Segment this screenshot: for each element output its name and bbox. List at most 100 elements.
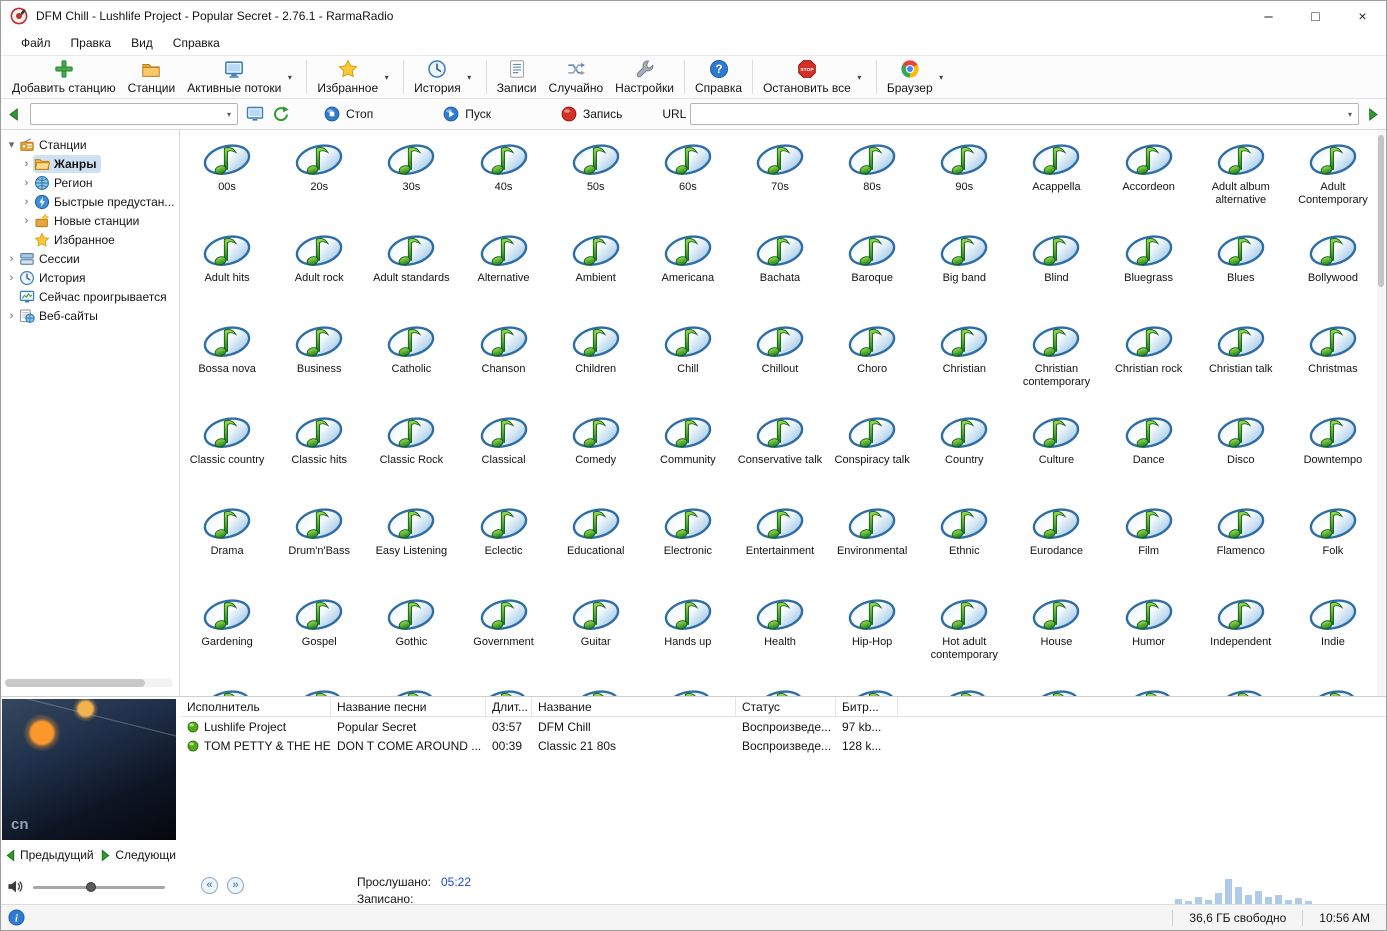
genre-item[interactable]: 20s bbox=[273, 133, 365, 224]
toolbar-button-browser[interactable]: Браузер▾ bbox=[881, 57, 954, 97]
genre-item[interactable]: Adult hits bbox=[181, 224, 273, 315]
volume-slider[interactable] bbox=[33, 880, 165, 894]
tracklist-column-4[interactable]: Статус bbox=[736, 697, 836, 716]
genre-item[interactable]: Christian bbox=[918, 315, 1010, 406]
station-search-input[interactable] bbox=[31, 104, 221, 124]
genre-item[interactable]: Christian contemporary bbox=[1010, 315, 1102, 406]
volume-thumb[interactable] bbox=[86, 882, 96, 892]
genre-item[interactable]: Children bbox=[550, 315, 642, 406]
genre-item[interactable]: Alternative bbox=[457, 224, 549, 315]
genre-item[interactable]: Bluegrass bbox=[1103, 224, 1195, 315]
tree-horizontal-scrollbar[interactable] bbox=[5, 679, 173, 687]
genre-item[interactable]: Humor bbox=[1103, 588, 1195, 679]
genre-item[interactable]: Adult standards bbox=[365, 224, 457, 315]
genre-item[interactable]: Classic country bbox=[181, 406, 273, 497]
toolbar-button-favorites[interactable]: Избранное▾ bbox=[311, 57, 399, 97]
tree-item-now-playing[interactable]: Сейчас проигрывается bbox=[1, 287, 179, 306]
tree-item-stations-node[interactable]: ▾Станции bbox=[1, 135, 179, 154]
nav-back-icon[interactable] bbox=[7, 107, 22, 122]
genre-item[interactable]: Baroque bbox=[826, 224, 918, 315]
genre-scrollbar-thumb[interactable] bbox=[1378, 135, 1384, 287]
station-search-combo[interactable]: ▾ bbox=[30, 103, 238, 125]
menu-item-edit[interactable]: Правка bbox=[61, 33, 122, 53]
genre-item[interactable]: Gardening bbox=[181, 588, 273, 679]
menu-item-view[interactable]: Вид bbox=[121, 33, 163, 53]
genre-item[interactable]: Downtempo bbox=[1287, 406, 1379, 497]
tree-expander-icon[interactable]: › bbox=[20, 177, 33, 189]
genre-item[interactable]: Hot adult contemporary bbox=[918, 588, 1010, 679]
genre-item[interactable] bbox=[1195, 679, 1287, 696]
genre-item[interactable]: Classic Rock bbox=[365, 406, 457, 497]
genre-item[interactable]: Hip-Hop bbox=[826, 588, 918, 679]
genre-item[interactable]: Educational bbox=[550, 497, 642, 588]
genre-item[interactable]: Film bbox=[1103, 497, 1195, 588]
genre-item[interactable]: Gospel bbox=[273, 588, 365, 679]
tree-expander-icon[interactable]: › bbox=[5, 272, 18, 284]
genre-item[interactable]: 00s bbox=[181, 133, 273, 224]
genre-item[interactable] bbox=[1103, 679, 1195, 696]
genre-item[interactable]: Folk bbox=[1287, 497, 1379, 588]
genre-item[interactable] bbox=[642, 679, 734, 696]
genre-item[interactable] bbox=[365, 679, 457, 696]
genre-item[interactable]: Drum'n'Bass bbox=[273, 497, 365, 588]
toolbar-button-random[interactable]: Случайно bbox=[543, 57, 610, 97]
genre-item[interactable]: Adult rock bbox=[273, 224, 365, 315]
genre-item[interactable]: Catholic bbox=[365, 315, 457, 406]
menu-item-file[interactable]: Файл bbox=[11, 33, 61, 53]
genre-item[interactable]: Independent bbox=[1195, 588, 1287, 679]
genre-item[interactable]: Classic hits bbox=[273, 406, 365, 497]
toolbar-button-history[interactable]: История▾ bbox=[408, 57, 482, 97]
toolbar-dropdown-icon[interactable]: ▾ bbox=[853, 73, 866, 82]
toolbar-button-records[interactable]: Записи bbox=[491, 57, 543, 97]
genre-item[interactable]: Christian rock bbox=[1103, 315, 1195, 406]
tree-expander-icon[interactable]: ▾ bbox=[5, 138, 18, 151]
genre-item[interactable]: Business bbox=[273, 315, 365, 406]
toolbar-button-add-station[interactable]: Добавить станцию bbox=[6, 57, 122, 97]
genre-item[interactable]: Environmental bbox=[826, 497, 918, 588]
genre-item[interactable]: 40s bbox=[457, 133, 549, 224]
genre-item[interactable]: Disco bbox=[1195, 406, 1287, 497]
genre-item[interactable]: Bollywood bbox=[1287, 224, 1379, 315]
genre-item[interactable]: Bossa nova bbox=[181, 315, 273, 406]
tree-item-new-stations[interactable]: ›Новые станции bbox=[1, 211, 179, 230]
toolbar-button-help[interactable]: ?Справка bbox=[689, 57, 748, 97]
url-combo[interactable]: ▾ bbox=[690, 103, 1359, 125]
previous-station-button[interactable]: Предыдущий bbox=[4, 848, 94, 862]
genre-item[interactable]: 80s bbox=[826, 133, 918, 224]
genre-item[interactable] bbox=[734, 679, 826, 696]
tracklist-column-1[interactable]: Название песни bbox=[331, 697, 486, 716]
genre-item[interactable]: Health bbox=[734, 588, 826, 679]
genre-item[interactable]: Chanson bbox=[457, 315, 549, 406]
close-button[interactable]: × bbox=[1339, 1, 1386, 31]
tree-expander-icon[interactable]: › bbox=[20, 196, 33, 208]
toolbar-button-active-streams[interactable]: Активные потоки▾ bbox=[181, 57, 302, 97]
genre-item[interactable]: Drama bbox=[181, 497, 273, 588]
genre-item[interactable]: Blind bbox=[1010, 224, 1102, 315]
tracklist-column-0[interactable]: Исполнитель bbox=[181, 697, 331, 716]
nav-go-icon[interactable] bbox=[1365, 107, 1380, 122]
genre-item[interactable] bbox=[550, 679, 642, 696]
genre-item[interactable] bbox=[1287, 679, 1379, 696]
preview-monitor-icon[interactable] bbox=[246, 105, 264, 123]
toolbar-button-stations[interactable]: Станции bbox=[122, 57, 182, 97]
toolbar-dropdown-icon[interactable]: ▾ bbox=[935, 73, 948, 82]
genre-item[interactable]: Choro bbox=[826, 315, 918, 406]
menu-item-help[interactable]: Справка bbox=[163, 33, 230, 53]
genre-item[interactable]: Bachata bbox=[734, 224, 826, 315]
speaker-icon[interactable] bbox=[7, 879, 24, 894]
tree-item-history-node[interactable]: ›История bbox=[1, 268, 179, 287]
genre-item[interactable]: 30s bbox=[365, 133, 457, 224]
url-input[interactable] bbox=[691, 104, 1342, 124]
genre-item[interactable]: House bbox=[1010, 588, 1102, 679]
tree-scrollbar-thumb[interactable] bbox=[5, 679, 145, 687]
toolbar-dropdown-icon[interactable]: ▾ bbox=[283, 73, 296, 82]
tree-item-websites[interactable]: ›Веб-сайты bbox=[1, 306, 179, 325]
genre-vertical-scrollbar[interactable] bbox=[1377, 130, 1385, 696]
toolbar-dropdown-icon[interactable]: ▾ bbox=[380, 73, 393, 82]
info-icon[interactable]: i bbox=[8, 909, 25, 926]
track-row[interactable]: Lushlife ProjectPopular Secret03:57DFM C… bbox=[181, 717, 1386, 736]
genre-item[interactable]: Christian talk bbox=[1195, 315, 1287, 406]
genre-item[interactable] bbox=[273, 679, 365, 696]
minimize-button[interactable]: – bbox=[1245, 1, 1292, 31]
genre-item[interactable]: 60s bbox=[642, 133, 734, 224]
